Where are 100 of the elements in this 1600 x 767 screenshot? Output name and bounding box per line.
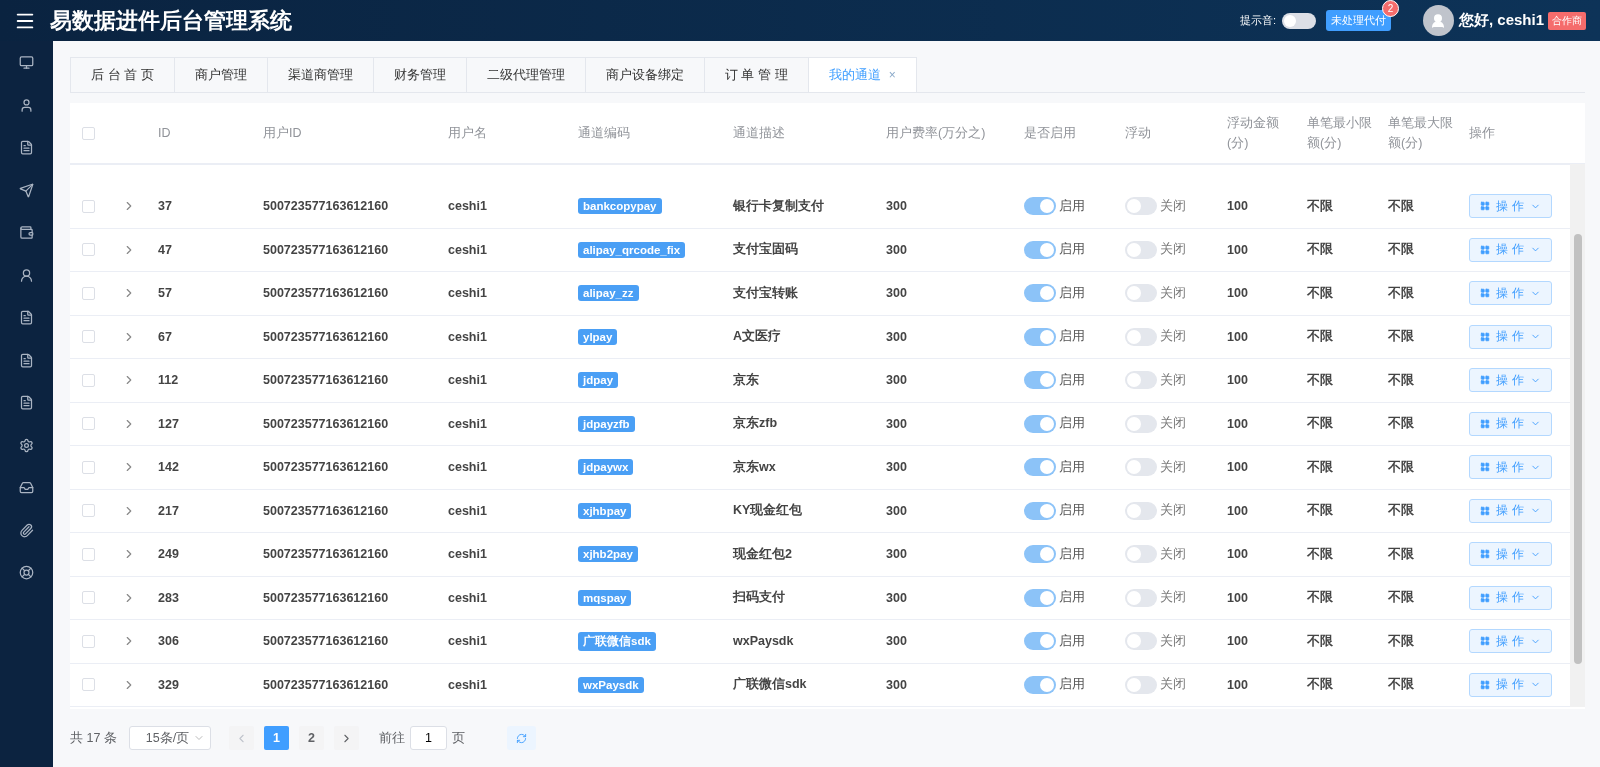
paperclip-icon[interactable] — [19, 522, 34, 538]
document-icon[interactable] — [19, 140, 34, 155]
grid-icon — [1480, 462, 1491, 473]
table-cell-text: 不限 — [1306, 502, 1334, 520]
switch-label: 关闭 — [1160, 241, 1186, 259]
table-cell-text: 500723577163612160 — [262, 286, 390, 301]
code-tag: jdpayzfb — [578, 415, 635, 432]
tab[interactable]: 渠道商管理 — [266, 57, 373, 92]
row-checkbox[interactable] — [82, 460, 95, 474]
row-checkbox[interactable] — [82, 373, 95, 387]
switch[interactable] — [1125, 197, 1157, 216]
action-dropdown[interactable]: 操 作 — [1469, 585, 1552, 610]
previous-page-button[interactable] — [228, 726, 254, 750]
page-button[interactable]: 1 — [263, 726, 289, 750]
send-icon[interactable] — [19, 182, 34, 198]
switch[interactable] — [1125, 675, 1157, 694]
action-dropdown[interactable]: 操 作 — [1469, 498, 1552, 523]
action-dropdown[interactable]: 操 作 — [1469, 411, 1552, 436]
action-dropdown[interactable]: 操 作 — [1469, 629, 1552, 654]
avatar[interactable] — [1422, 5, 1454, 36]
table-cell-text: 500723577163612160 — [262, 199, 390, 214]
switch[interactable] — [1024, 197, 1056, 216]
code-tag: bankcopypay — [578, 198, 662, 215]
switch[interactable] — [1125, 458, 1157, 477]
page-input[interactable]: 1 — [409, 726, 447, 750]
tab[interactable]: 商户设备绑定 — [584, 57, 704, 92]
action-dropdown[interactable]: 操 作 — [1469, 237, 1552, 262]
lifebuoy-icon[interactable] — [19, 565, 34, 580]
table-cell-text: 300 — [885, 677, 908, 692]
row-checkbox[interactable] — [82, 286, 95, 300]
person-icon[interactable] — [19, 267, 34, 283]
document-icon[interactable] — [19, 310, 34, 325]
switch[interactable] — [1125, 240, 1157, 259]
row-checkbox[interactable] — [82, 547, 95, 561]
switch[interactable] — [1024, 632, 1056, 651]
table-cell-text: 不限 — [1387, 502, 1415, 520]
action-dropdown[interactable]: 操 作 — [1469, 281, 1552, 306]
tab[interactable]: 财务管理 — [372, 57, 466, 92]
switch[interactable] — [1125, 371, 1157, 390]
grid-icon — [1480, 636, 1491, 647]
wallet-icon[interactable] — [19, 225, 34, 240]
switch[interactable] — [1024, 284, 1056, 303]
switch[interactable] — [1024, 501, 1056, 520]
switch[interactable] — [1024, 588, 1056, 607]
row-checkbox[interactable] — [82, 243, 95, 257]
switch[interactable] — [1125, 284, 1157, 303]
switch[interactable] — [1024, 327, 1056, 346]
table-cell-text: 不限 — [1387, 241, 1415, 259]
row-checkbox[interactable] — [82, 417, 95, 431]
table-cell-text: 现金红包2 — [731, 545, 793, 563]
action-dropdown[interactable]: 操 作 — [1469, 672, 1552, 697]
switch[interactable] — [1125, 588, 1157, 607]
switch[interactable] — [1024, 458, 1056, 477]
action-dropdown[interactable]: 操 作 — [1469, 542, 1552, 567]
action-dropdown[interactable]: 操 作 — [1469, 194, 1552, 219]
action-dropdown[interactable]: 操 作 — [1469, 324, 1552, 349]
close-icon[interactable]: × — [888, 68, 896, 82]
action-dropdown[interactable]: 操 作 — [1469, 368, 1552, 393]
row-checkbox[interactable] — [82, 330, 95, 344]
scrollbar[interactable] — [1570, 164, 1585, 707]
row-checkbox[interactable] — [82, 504, 95, 518]
row-checkbox[interactable] — [82, 591, 95, 605]
select-all-checkbox[interactable] — [82, 126, 95, 140]
tab[interactable]: 商户管理 — [173, 57, 267, 92]
table-cell-text: 306 — [157, 634, 180, 649]
row-checkbox[interactable] — [82, 634, 95, 648]
switch[interactable] — [1125, 632, 1157, 651]
monitor-icon[interactable] — [19, 55, 34, 70]
user-icon[interactable] — [19, 97, 34, 113]
code-tag: alipay_zz — [578, 285, 639, 302]
action-dropdown[interactable]: 操 作 — [1469, 455, 1552, 480]
tab[interactable]: 二级代理管理 — [465, 57, 585, 92]
switch[interactable] — [1125, 327, 1157, 346]
grid-icon — [1480, 679, 1491, 690]
switch[interactable] — [1125, 414, 1157, 433]
sound-toggle[interactable] — [1281, 12, 1316, 29]
settings-icon[interactable] — [19, 437, 34, 453]
document-icon[interactable] — [19, 352, 34, 368]
tab[interactable]: 我的通道 × — [807, 57, 917, 92]
table-cell-text: 扫码支付 — [731, 589, 786, 607]
switch[interactable] — [1125, 545, 1157, 564]
page-size-select[interactable]: 15条/页 — [128, 726, 211, 750]
tab[interactable]: 订 单 管 理 — [703, 57, 808, 92]
document-icon[interactable] — [19, 395, 34, 410]
switch[interactable] — [1024, 240, 1056, 259]
next-page-button[interactable] — [333, 726, 359, 750]
switch[interactable] — [1024, 371, 1056, 390]
switch[interactable] — [1024, 545, 1056, 564]
refresh-button[interactable] — [506, 726, 536, 750]
inbox-icon[interactable] — [19, 480, 34, 495]
row-checkbox[interactable] — [82, 199, 95, 213]
role-tag: 合作商 — [1548, 11, 1586, 30]
row-checkbox[interactable] — [82, 678, 95, 692]
page-button[interactable]: 2 — [298, 726, 324, 750]
tab[interactable]: 后 台 首 页 — [70, 57, 174, 92]
table-cell-text: 500723577163612160 — [262, 373, 390, 388]
switch-label: 关闭 — [1160, 371, 1186, 389]
switch[interactable] — [1024, 414, 1056, 433]
switch[interactable] — [1024, 675, 1056, 694]
switch[interactable] — [1125, 501, 1157, 520]
